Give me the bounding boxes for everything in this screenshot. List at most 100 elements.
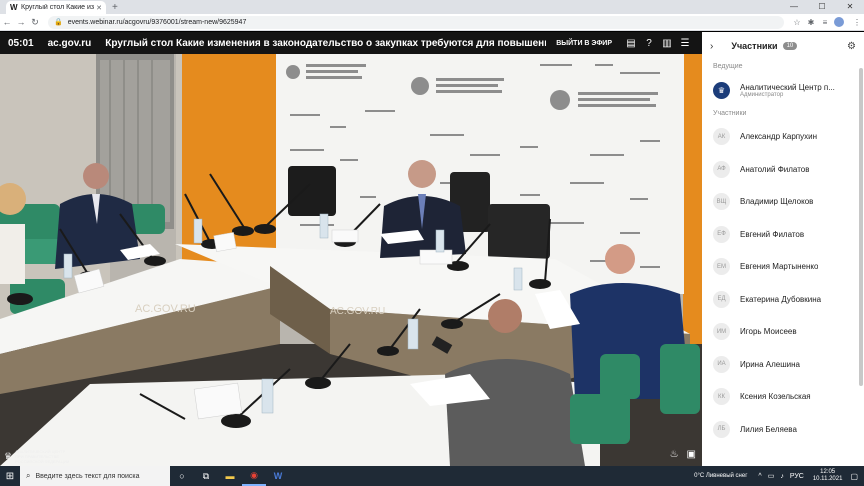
logo-line-3: РОССИЙСКОЙ ФЕДЕРАЦИИ (15, 459, 70, 464)
file-explorer-icon[interactable]: ▬ (218, 471, 242, 481)
video-stream[interactable]: AC.GOV.RU AC.GOV.RU ♛ АНАЛИТИЧЕСКИЙ ЦЕНТ… (0, 54, 702, 466)
new-tab-icon[interactable]: + (112, 1, 118, 14)
participant-item[interactable]: КК Ксения Козельская (702, 381, 864, 414)
chat-icon[interactable]: ▤ (622, 38, 640, 49)
participants-icon[interactable]: ☰ (676, 38, 694, 49)
url-text: events.webinar.ru/acgovru/9376001/stream… (67, 18, 247, 26)
participant-avatar: ИМ (713, 323, 730, 341)
participant-avatar: АК (713, 128, 730, 146)
taskbar-search[interactable]: ⌕ Введите здесь текст для поиска (20, 466, 170, 486)
participant-item[interactable]: ЕМ Евгения Мартыненко (702, 251, 864, 284)
participant-item[interactable]: АФ Анатолий Филатов (702, 153, 864, 186)
participants-scrollbar[interactable] (859, 68, 863, 386)
participants-header: › Участники 10 ⚙ (702, 32, 864, 60)
stream-title: Круглый стол Какие изменения в законодат… (105, 37, 546, 49)
participant-name: Александр Карпухин (740, 132, 818, 142)
collapse-panel-icon[interactable]: › (710, 41, 713, 52)
picture-in-picture-icon[interactable]: ▣ (687, 449, 696, 460)
minimize-icon[interactable]: — (780, 0, 808, 14)
hosts-section-label: Ведущие (713, 63, 743, 70)
participant-item[interactable]: ЛБ Лилия Беляева (702, 413, 864, 446)
host-name: Аналитический Центр п... (740, 82, 835, 92)
system-tray: 0°C Ливневый снег ^ ▭ ♪ РУС 12:05 10.11.… (694, 469, 864, 483)
tab-title: Круглый стол Какие изменен... (21, 4, 95, 11)
participants-count-badge: 10 (782, 42, 798, 50)
poll-icon[interactable]: ▥ (658, 38, 676, 49)
browser-tab[interactable]: W Круглый стол Какие изменен... ✕ (6, 1, 106, 14)
question-icon[interactable]: ? (640, 38, 658, 49)
video-controls: ♨ ▣ (670, 449, 696, 460)
browser-tab-bar: W Круглый стол Какие изменен... ✕ + — ☐ … (0, 0, 864, 14)
task-view-icon[interactable]: ⧉ (194, 471, 218, 482)
participants-list: АК Александр Карпухин АФ Анатолий Филатов … (702, 121, 864, 446)
forward-icon[interactable]: → (14, 17, 28, 27)
weather-text[interactable]: 0°C Ливневый снег (694, 473, 747, 479)
participant-name: Екатерина Дубовкина (740, 294, 822, 304)
participant-item[interactable]: ИМ Игорь Моисеев (702, 316, 864, 349)
reload-icon[interactable]: ↻ (28, 17, 42, 28)
emblem-icon: ♛ (4, 451, 13, 461)
clock-time: 12:05 (820, 469, 836, 475)
close-window-icon[interactable]: ✕ (836, 0, 864, 14)
participant-item[interactable]: ИА Ирина Алешина (702, 348, 864, 381)
video-frame: AC.GOV.RU AC.GOV.RU (0, 54, 702, 466)
participant-avatar: ВЩ (713, 193, 730, 211)
participants-panel: › Участники 10 ⚙ Ведущие ♛ Аналитический… (702, 32, 864, 466)
windows-start-icon[interactable]: ⊞ (0, 471, 20, 482)
stream-timer: 05:01 (8, 37, 34, 49)
table-label-left: AC.GOV.RU (135, 303, 196, 315)
broadcaster-logo: ♛ АНАЛИТИЧЕСКИЙ ЦЕНТР ПРИ ПРАВИТЕЛЬСТВЕ … (4, 449, 69, 464)
host-role: Администратор (740, 91, 784, 98)
participant-avatar: ЕД (713, 290, 730, 308)
go-live-button[interactable]: ВЫЙТИ В ЭФИР (556, 40, 612, 47)
participant-name: Владимир Щелоков (740, 197, 814, 207)
participant-name: Игорь Моисеев (740, 327, 797, 337)
menu-dots-icon[interactable]: ⋮ (850, 18, 864, 27)
cortana-icon[interactable]: ○ (170, 471, 194, 481)
participant-name: Лилия Беляева (740, 424, 797, 434)
host-item[interactable]: ♛ Аналитический Центр п... Администратор (702, 74, 864, 107)
chrome-icon[interactable]: ◉ (242, 466, 266, 486)
participant-avatar: ЕМ (713, 258, 730, 276)
participant-avatar: ЛБ (713, 420, 730, 438)
reactions-icon[interactable]: ♨ (670, 449, 679, 460)
webinar-favicon-icon: W (10, 2, 18, 12)
address-bar[interactable]: 🔒 events.webinar.ru/acgovru/9376001/stre… (48, 15, 784, 29)
participant-item[interactable]: АК Александр Карпухин (702, 121, 864, 154)
search-icon: ⌕ (26, 471, 31, 480)
organizer-site[interactable]: ac.gov.ru (48, 38, 92, 49)
profile-avatar[interactable] (834, 17, 844, 27)
participant-avatar: КК (713, 388, 730, 406)
participant-item[interactable]: ЕФ Евгений Филатов (702, 218, 864, 251)
volume-icon[interactable]: ♪ (780, 473, 784, 480)
participant-avatar: АФ (713, 160, 730, 178)
bookmark-star-icon[interactable]: ☆ (790, 18, 804, 27)
network-icon[interactable]: ▭ (768, 472, 775, 480)
reading-list-icon[interactable]: ≡ (818, 18, 832, 27)
host-logo-icon: ♛ (713, 81, 730, 99)
participant-name: Евгения Мартыненко (740, 262, 819, 272)
participant-item[interactable]: ЕД Екатерина Дубовкина (702, 283, 864, 316)
back-icon[interactable]: ← (0, 17, 14, 27)
clock-date: 10.11.2021 (812, 476, 843, 482)
participant-name: Ксения Козельская (740, 392, 811, 402)
table-label-right: AC.GOV.RU (330, 306, 385, 317)
tray-expand-icon[interactable]: ^ (758, 473, 761, 480)
participant-item[interactable]: ВЩ Владимир Щелоков (702, 186, 864, 219)
window-controls: — ☐ ✕ (780, 0, 864, 14)
language-indicator[interactable]: РУС (790, 473, 804, 480)
browser-toolbar: ← → ↻ 🔒 events.webinar.ru/acgovru/937600… (0, 14, 864, 31)
taskbar-search-placeholder: Введите здесь текст для поиска (35, 472, 140, 480)
close-tab-icon[interactable]: ✕ (96, 4, 102, 12)
maximize-icon[interactable]: ☐ (808, 0, 836, 14)
word-icon[interactable]: W (266, 471, 290, 481)
participant-name: Евгений Филатов (740, 229, 805, 239)
gear-icon[interactable]: ⚙ (847, 41, 856, 52)
notifications-icon[interactable]: ▢ (850, 472, 858, 481)
participant-avatar: ИА (713, 355, 730, 373)
stream-header: 05:01 ac.gov.ru Круглый стол Какие измен… (0, 32, 702, 54)
extensions-icon[interactable]: ✱ (804, 18, 818, 27)
participants-section-label: Участники (713, 109, 747, 117)
clock[interactable]: 12:05 10.11.2021 (813, 469, 843, 483)
participant-name: Анатолий Филатов (740, 164, 810, 174)
